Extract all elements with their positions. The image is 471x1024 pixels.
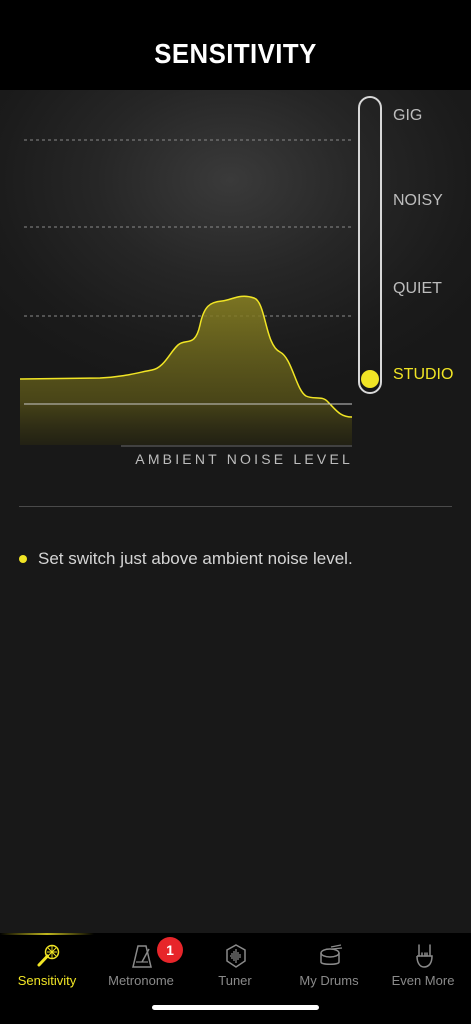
rock-hand-icon bbox=[416, 944, 433, 968]
tab-even-more[interactable]: Even More bbox=[376, 933, 470, 1003]
tab-bar: Sensitivity Metronome Tuner My Drums Eve… bbox=[0, 933, 471, 1024]
level-noisy[interactable]: NOISY bbox=[393, 192, 443, 210]
metronome-notification-badge: 1 bbox=[157, 937, 183, 963]
metronome-icon bbox=[132, 945, 152, 968]
tab-label: My Drums bbox=[299, 973, 359, 988]
sensitivity-switch-knob[interactable] bbox=[361, 370, 379, 388]
tab-my-drums[interactable]: My Drums bbox=[282, 933, 376, 1003]
bullet-dot bbox=[19, 555, 27, 563]
axis-label: AMBIENT NOISE LEVEL bbox=[135, 451, 353, 467]
level-gig[interactable]: GIG bbox=[393, 107, 422, 125]
level-quiet[interactable]: QUIET bbox=[393, 280, 442, 298]
tab-label: Metronome bbox=[108, 973, 174, 988]
tab-tuner[interactable]: Tuner bbox=[188, 933, 282, 1003]
tip-text: Set switch just above ambient noise leve… bbox=[38, 549, 353, 568]
tab-label: Even More bbox=[391, 973, 455, 988]
page-title: SENSITIVITY bbox=[154, 38, 317, 69]
microphone-sensitivity-icon bbox=[37, 944, 60, 967]
tuner-icon bbox=[226, 944, 246, 968]
header: SENSITIVITY bbox=[0, 0, 471, 90]
home-indicator[interactable] bbox=[152, 1005, 319, 1010]
drums-icon bbox=[320, 944, 343, 965]
tab-label: Tuner bbox=[218, 973, 252, 988]
tab-label: Sensitivity bbox=[17, 973, 77, 988]
divider bbox=[19, 506, 452, 507]
sensitivity-switch-track[interactable] bbox=[358, 96, 382, 394]
tip: Set switch just above ambient noise leve… bbox=[19, 549, 353, 569]
noise-area bbox=[20, 296, 352, 445]
tab-sensitivity[interactable]: Sensitivity bbox=[0, 933, 94, 1003]
level-studio[interactable]: STUDIO bbox=[393, 366, 453, 384]
sensitivity-panel: GIG NOISY QUIET STUDIO AMBIENT NOISE LEV… bbox=[0, 90, 471, 933]
